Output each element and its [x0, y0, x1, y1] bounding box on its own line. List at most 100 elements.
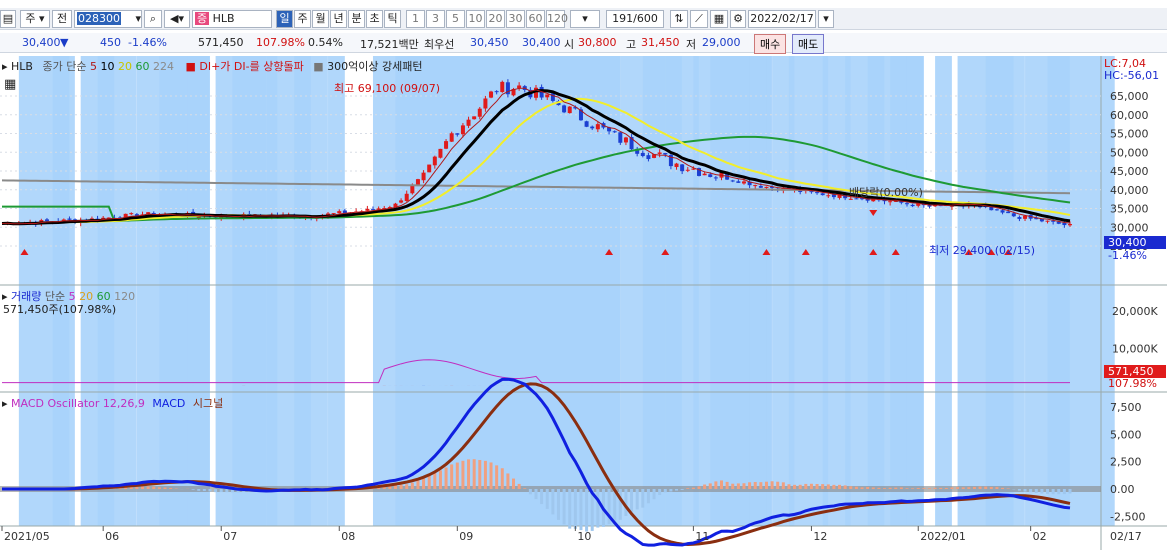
search-icon[interactable]: ⌕ — [144, 10, 162, 28]
stock-name: HLB — [212, 12, 235, 25]
period-tab[interactable]: 년 — [330, 10, 347, 28]
ma10-label: 10 — [100, 60, 115, 73]
oscillator-bar — [579, 489, 583, 531]
oscillator-bar — [697, 486, 701, 489]
stock-chart[interactable]: 65,00060,00055,00050,00045,00040,00035,0… — [0, 56, 1167, 550]
candle-body — [44, 219, 49, 222]
legend-chevron-icon[interactable]: ▸ — [2, 397, 8, 410]
high-annotation: 최고 69,100 (09/07) — [334, 82, 440, 95]
oscillator-bar — [1034, 489, 1038, 493]
macd-tick: 5,000 — [1110, 428, 1142, 441]
signal-band — [749, 56, 767, 526]
prev-button[interactable]: 전 — [52, 10, 72, 28]
interval-tab[interactable]: 5 — [446, 10, 465, 28]
oscillator-bar — [663, 489, 667, 493]
settings-gear-icon[interactable]: ⚙ — [730, 10, 746, 28]
candle-body — [500, 81, 505, 93]
oscillator-bar — [152, 486, 156, 489]
speaker-icon[interactable]: ◀▾ — [164, 10, 190, 28]
volume-value: 571,450 — [198, 36, 244, 49]
oscillator-bar — [624, 489, 628, 516]
candle-body — [820, 193, 825, 196]
ask-price: 30,400 — [522, 36, 561, 49]
period-tab[interactable]: 초 — [366, 10, 383, 28]
oscillator-bar — [534, 489, 538, 500]
oscillator-bar — [1057, 489, 1061, 495]
stock-code-input[interactable]: 028300 ▾ — [74, 10, 142, 28]
volume-tick: 10,000K — [1112, 343, 1158, 356]
candle-body — [421, 172, 426, 181]
count-field[interactable]: 191/600 — [606, 10, 664, 28]
turnover-rate: 0.54% — [308, 36, 343, 49]
last-price-label: 30,400 — [1108, 236, 1147, 249]
oscillator-bar — [939, 487, 943, 489]
signal-band — [187, 56, 210, 526]
interval-tab[interactable]: 3 — [426, 10, 445, 28]
table-icon[interactable]: ▦ — [4, 77, 16, 92]
oscillator-bar — [691, 487, 695, 489]
interval-tab[interactable]: 120 — [546, 10, 568, 28]
oscillator-bar — [410, 482, 414, 489]
low-annotation: 최저 29,400 (02/15) — [929, 244, 1035, 257]
oscillator-bar — [911, 488, 915, 489]
date-field[interactable]: 2022/02/17 — [748, 10, 816, 28]
candle-body — [562, 105, 567, 113]
interval-dropdown[interactable]: ▾ — [570, 10, 600, 28]
buy-button[interactable]: 매수 — [754, 34, 787, 54]
calendar-dropdown-icon[interactable]: ▾ — [818, 10, 834, 28]
candle-body — [618, 132, 623, 143]
oscillator-bar — [956, 487, 960, 489]
market-select[interactable]: 주 ▾ — [20, 10, 50, 28]
oscillator-bar — [798, 484, 802, 489]
candle-body — [815, 192, 820, 194]
signal-bands — [18, 56, 1115, 526]
line-tool-icon[interactable]: ⟋ — [690, 10, 708, 28]
oscillator-bar — [832, 484, 836, 489]
period-tab[interactable]: 틱 — [384, 10, 401, 28]
signal-band — [935, 56, 952, 526]
interval-tab[interactable]: 10 — [466, 10, 485, 28]
sell-button[interactable]: 매도 — [792, 34, 825, 54]
candle-body — [1062, 222, 1067, 226]
candle-body — [1017, 217, 1022, 219]
interval-tab[interactable]: 30 — [506, 10, 525, 28]
period-tab[interactable]: 일 — [276, 10, 293, 28]
candle-body — [680, 164, 685, 172]
grid-icon[interactable]: ▦ — [710, 10, 728, 28]
price-tick: 30,000 — [1110, 221, 1149, 234]
period-tab[interactable]: 월 — [312, 10, 329, 28]
low-label: 저 — [686, 38, 697, 51]
menu-icon[interactable]: ▤ — [0, 10, 16, 28]
oscillator-bar — [703, 484, 707, 489]
interval-tab[interactable]: 1 — [406, 10, 425, 28]
ma60-label: 60 — [135, 60, 150, 73]
chart-tool-icon[interactable]: ⇅ — [670, 10, 688, 28]
oscillator-bar — [1046, 489, 1050, 494]
candle-body — [1045, 220, 1050, 222]
period-tab[interactable]: 주 — [294, 10, 311, 28]
oscillator-bar — [472, 459, 476, 489]
price-tick: 60,000 — [1110, 109, 1149, 122]
oscillator-bar — [646, 489, 650, 504]
oscillator-bar — [483, 460, 487, 489]
candle-body — [472, 116, 477, 120]
oscillator-bar — [866, 487, 870, 489]
interval-tab[interactable]: 20 — [486, 10, 505, 28]
signal-band — [985, 56, 1025, 526]
oscillator-bar — [523, 488, 527, 489]
period-tab[interactable]: 분 — [348, 10, 365, 28]
last-pct-label: -1.46% — [1108, 249, 1147, 262]
oscillator-bar — [427, 475, 431, 489]
stock-name-field[interactable]: 증 HLB — [192, 10, 272, 28]
interval-tab[interactable]: 60 — [526, 10, 545, 28]
oscillator-bar — [405, 484, 409, 489]
oscillator-bar — [860, 487, 864, 489]
oscillator-bar — [821, 484, 825, 489]
oscillator-bar — [714, 481, 718, 489]
candle-body — [399, 200, 404, 203]
oscillator-bar — [585, 489, 589, 532]
oscillator-bar — [804, 483, 808, 489]
candle-body — [612, 131, 617, 133]
legend-chevron-icon[interactable]: ▸ — [2, 60, 8, 73]
oscillator-bar — [658, 489, 662, 496]
